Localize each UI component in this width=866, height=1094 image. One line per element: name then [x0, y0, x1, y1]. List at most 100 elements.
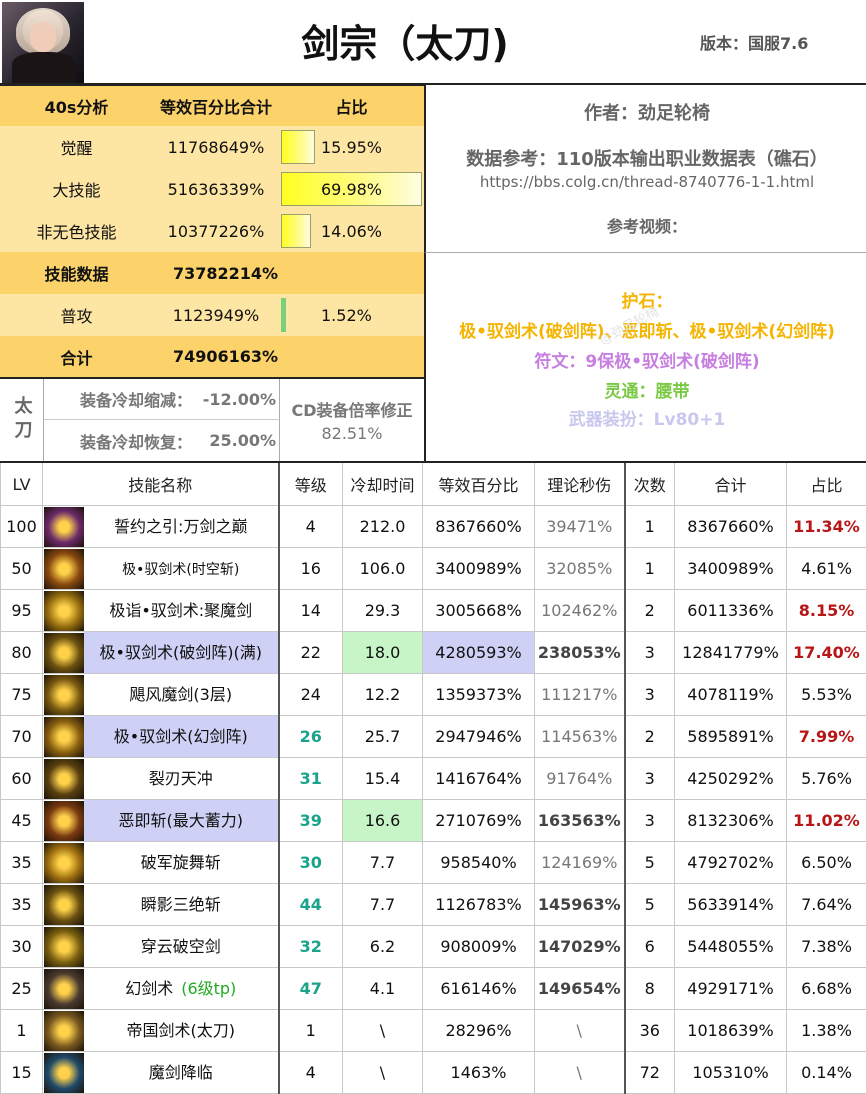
- skill-lv: 80: [1, 632, 43, 674]
- skill-data-label: 技能数据: [0, 261, 153, 285]
- table-row: 80极•驭剑术(破剑阵)(满)2218.04280593%238053%3128…: [1, 632, 866, 674]
- skill-ratio: 11.02%: [787, 800, 866, 842]
- skill-lv: 1: [1, 1010, 43, 1052]
- skill-ratio: 6.50%: [787, 842, 866, 884]
- col-header-lv: LV: [1, 462, 43, 506]
- ratio-bar: [281, 130, 315, 164]
- skill-total: 4929171%: [675, 968, 787, 1010]
- summary-ratio: 69.98%: [321, 168, 382, 210]
- tp-note: (6级tp): [181, 979, 236, 998]
- skill-total: 3400989%: [675, 548, 787, 590]
- skill-name-cell: 极•驭剑术(幻剑阵): [43, 716, 279, 758]
- demon-sword-icon: [44, 591, 84, 631]
- skill-total: 12841779%: [675, 632, 787, 674]
- cd-recover-value: 25.00%: [192, 431, 276, 450]
- col-header-dps: 理论秒伤: [535, 462, 625, 506]
- summary-ratio-cell: 69.98%: [279, 168, 424, 210]
- reference-url[interactable]: https://bbs.colg.cn/thread-8740776-1-1.h…: [426, 173, 866, 191]
- skill-percent: 4280593%: [423, 632, 535, 674]
- skill-ratio: 5.53%: [787, 674, 866, 716]
- table-row: 15魔剑降临4\1463%\72105310%0.14%: [1, 1052, 866, 1094]
- skill-dps: 102462%: [535, 590, 625, 632]
- skill-name-cell: 誓约之引:万剑之巅: [43, 506, 279, 548]
- summary-value: 11768649%: [153, 138, 279, 157]
- skill-cooldown: \: [343, 1052, 423, 1094]
- skill-lv: 50: [1, 548, 43, 590]
- author: 作者：劲足轮椅: [426, 99, 866, 125]
- skill-percent: 1359373%: [423, 674, 535, 716]
- cd-multiplier-label: CD装备倍率修正: [280, 397, 424, 421]
- skill-count: 5: [625, 842, 675, 884]
- skill-lv: 70: [1, 716, 43, 758]
- skill-level: 39: [279, 800, 343, 842]
- skill-lv: 95: [1, 590, 43, 632]
- skill-lv: 35: [1, 884, 43, 926]
- skill-level: 1: [279, 1010, 343, 1052]
- summary-label: 非无色技能: [0, 219, 153, 243]
- skill-lv: 60: [1, 758, 43, 800]
- skill-cooldown: \: [343, 1010, 423, 1052]
- skill-cooldown: 212.0: [343, 506, 423, 548]
- skill-dps: 149654%: [535, 968, 625, 1010]
- skill-dps: \: [535, 1010, 625, 1052]
- summary-value: 1123949%: [153, 306, 279, 325]
- skill-name-cell: 帝国剑术(太刀): [43, 1010, 279, 1052]
- skill-name: 飓风魔剑(3层): [129, 685, 232, 704]
- skill-total: 105310%: [675, 1052, 787, 1094]
- skill-cooldown: 6.2: [343, 926, 423, 968]
- skill-dps: 145963%: [535, 884, 625, 926]
- skill-total: 4250292%: [675, 758, 787, 800]
- skill-cooldown: 12.2: [343, 674, 423, 716]
- phantom-sword-icon: [44, 969, 84, 1009]
- reference-video: 参考视频：: [426, 213, 866, 237]
- skill-level: 30: [279, 842, 343, 884]
- skill-dps: 238053%: [535, 632, 625, 674]
- skill-dps: 111217%: [535, 674, 625, 716]
- skill-lv: 100: [1, 506, 43, 548]
- weapon-skin: 武器装扮：Lv80+1: [426, 405, 866, 430]
- col-header-total: 合计: [675, 462, 787, 506]
- table-row: 30穿云破空剑326.2908009%147029%65448055%7.38%: [1, 926, 866, 968]
- rune: 符文：9保极•驭剑术(破剑阵): [426, 347, 866, 372]
- summary-value: 51636339%: [153, 180, 279, 199]
- skill-name: 恶即斩(最大蓄力): [119, 811, 244, 830]
- skill-data-value: 73782214%: [153, 264, 298, 283]
- skill-dps: 124169%: [535, 842, 625, 884]
- summary-header-ratio: 占比: [279, 86, 424, 126]
- col-header-ratio: 占比: [787, 462, 866, 506]
- skill-total: 4792702%: [675, 842, 787, 884]
- skill-name: 极诣•驭剑术:聚魔剑: [109, 601, 252, 620]
- skill-dps: 114563%: [535, 716, 625, 758]
- skill-lv: 30: [1, 926, 43, 968]
- skill-percent: 958540%: [423, 842, 535, 884]
- cd-reduce-row: 装备冷却缩减： -12.00%: [44, 379, 280, 420]
- skill-dps: 147029%: [535, 926, 625, 968]
- skill-total: 5895891%: [675, 716, 787, 758]
- skill-level: 14: [279, 590, 343, 632]
- skill-total: 5633914%: [675, 884, 787, 926]
- skill-percent: 1463%: [423, 1052, 535, 1094]
- phantom-array-icon: [44, 717, 84, 757]
- total-label: 合计: [0, 345, 153, 369]
- version-label: 版本：国服7.6: [700, 30, 860, 56]
- skill-name-cell: 幻剑术(6级tp): [43, 968, 279, 1010]
- skill-total: 8132306%: [675, 800, 787, 842]
- skill-lv: 25: [1, 968, 43, 1010]
- skill-count: 8: [625, 968, 675, 1010]
- header: 剑宗（太刀) 版本：国服7.6: [0, 0, 866, 85]
- data-reference: 数据参考：110版本输出职业数据表（礁石）: [426, 145, 866, 171]
- skill-name-cell: 极•驭剑术(破剑阵)(满): [43, 632, 279, 674]
- build-panel: 护石： 极•驭剑术(破剑阵)、恶即斩、极•驭剑术(幻剑阵) 符文：9保极•驭剑术…: [424, 253, 866, 461]
- summary-value: 10377226%: [153, 222, 279, 241]
- table-row: 35破军旋舞斩307.7958540%124169%54792702%6.50%: [1, 842, 866, 884]
- summary-ratio-cell: 15.95%: [279, 126, 424, 168]
- skill-name: 帝国剑术(太刀): [127, 1021, 236, 1040]
- summary-label: 普攻: [0, 303, 153, 327]
- table-row: 70极•驭剑术(幻剑阵)2625.72947946%114563%2589589…: [1, 716, 866, 758]
- blade-rise-icon: [44, 759, 84, 799]
- table-row: 50极•驭剑术(时空斩)16106.03400989%32085%1340098…: [1, 548, 866, 590]
- table-row: 45恶即斩(最大蓄力)3916.62710769%163563%38132306…: [1, 800, 866, 842]
- sky-pierce-icon: [44, 927, 84, 967]
- ratio-bar: [281, 214, 311, 248]
- summary-ratio: 1.52%: [321, 294, 372, 336]
